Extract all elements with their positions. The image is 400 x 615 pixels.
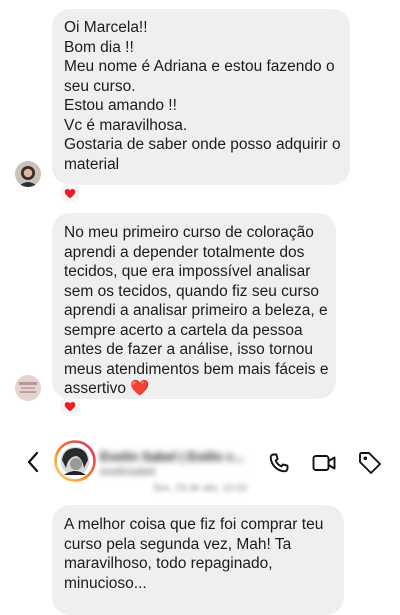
message-line: material <box>64 155 120 173</box>
message-line: aprendi a analisar primeiro a beleza, e <box>64 302 328 319</box>
message-line: assertivo ❤️ <box>64 380 150 397</box>
message-line: meus atendimentos bem mais fáceis e <box>64 360 329 378</box>
chevron-left-icon[interactable] <box>24 450 42 479</box>
message-line: sem os tecidos, quando fiz seu curso <box>64 282 320 300</box>
heart-icon[interactable] <box>60 183 80 203</box>
message-line: Estou amando !! <box>64 97 177 114</box>
message-line: antes de fazer a análise, isso tornou <box>64 341 314 358</box>
message-bubble[interactable]: No meu primeiro curso de coloração apren… <box>52 213 336 399</box>
message-line: minucioso... <box>64 574 147 592</box>
message-line: curso pela segunda vez, Mah! Ta <box>64 535 292 553</box>
message-line: tecidos, que era impossível analisar <box>64 263 311 280</box>
message-bubble[interactable]: A melhor coisa que fiz foi comprar teu c… <box>52 505 344 615</box>
message-line: Bom dia !! <box>64 38 134 56</box>
message-line: seu curso. <box>64 77 136 95</box>
heart-icon[interactable] <box>60 396 80 416</box>
message-timestamp: Sex, 23 de abr, 10:02 <box>152 483 248 494</box>
profile-name[interactable]: Evelin Sabel | Estilo c... <box>100 449 245 464</box>
message-line: No meu primeiro curso de coloração <box>64 224 314 241</box>
message-line: Oi Marcela!! <box>64 19 148 36</box>
profile-avatar[interactable] <box>54 440 96 487</box>
message-line: A melhor coisa que fiz foi comprar teu <box>64 516 324 533</box>
message-line: Gostaria de saber onde posso adquirir o <box>64 136 341 153</box>
sender-avatar[interactable] <box>15 375 41 401</box>
phone-icon[interactable] <box>267 451 291 480</box>
video-camera-icon[interactable] <box>311 451 337 480</box>
message-line: Vc é maravilhosa. <box>64 116 188 134</box>
message-line: Meu nome é Adriana e estou fazendo o <box>64 58 335 75</box>
message-line: sempre acerto a cartela da pessoa <box>64 321 303 339</box>
tag-icon[interactable] <box>357 450 383 481</box>
message-bubble[interactable]: Oi Marcela!! Bom dia !! Meu nome é Adria… <box>52 9 350 185</box>
profile-username: evelinsabel <box>100 466 156 478</box>
sender-avatar[interactable] <box>15 161 41 187</box>
message-line: maravilhoso, todo repaginado, <box>64 555 273 572</box>
message-line: aprendi a depender totalmente dos <box>64 243 305 261</box>
